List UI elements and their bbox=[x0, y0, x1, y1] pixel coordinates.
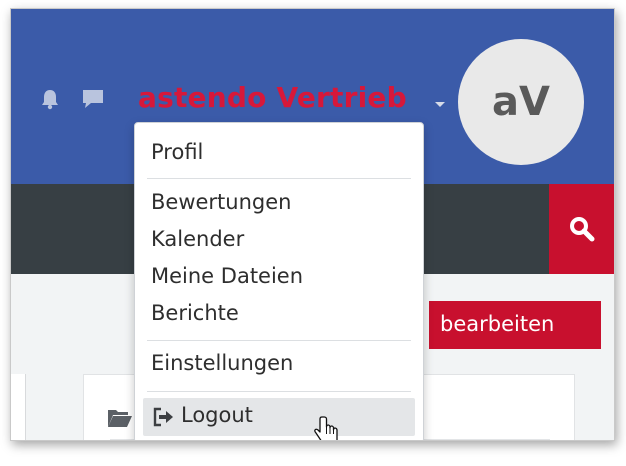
menu-item-bewertungen[interactable]: Bewertungen bbox=[151, 190, 291, 214]
search-button[interactable] bbox=[549, 184, 614, 274]
menu-divider bbox=[147, 340, 411, 341]
folder-open-icon bbox=[107, 407, 133, 433]
chat-icon[interactable] bbox=[81, 88, 105, 114]
edit-button-label: bearbeiten bbox=[440, 312, 555, 336]
logout-label: Logout bbox=[181, 403, 253, 427]
chevron-down-icon[interactable] bbox=[435, 102, 445, 107]
user-dropdown-menu: Profil Bewertungen Kalender Meine Dateie… bbox=[134, 122, 424, 440]
hand-cursor-icon bbox=[314, 415, 340, 440]
menu-item-kalender[interactable]: Kalender bbox=[151, 227, 244, 251]
edit-button[interactable]: bearbeiten bbox=[429, 301, 601, 349]
menu-item-berichte[interactable]: Berichte bbox=[151, 301, 239, 325]
menu-divider bbox=[147, 391, 411, 392]
side-panel bbox=[11, 374, 26, 440]
bell-icon[interactable] bbox=[41, 88, 59, 114]
menu-item-meine-dateien[interactable]: Meine Dateien bbox=[151, 264, 303, 288]
search-icon bbox=[569, 217, 594, 242]
user-menu-toggle[interactable]: astendo Vertrieb bbox=[138, 81, 407, 114]
sign-out-icon bbox=[153, 407, 175, 431]
app-window: astendo Vertrieb aV bearbeiten Profil Be… bbox=[10, 8, 615, 441]
menu-item-einstellungen[interactable]: Einstellungen bbox=[151, 351, 293, 375]
menu-divider bbox=[147, 178, 411, 179]
menu-item-profil[interactable]: Profil bbox=[151, 140, 203, 164]
menu-item-logout[interactable]: Logout bbox=[143, 398, 415, 436]
avatar[interactable]: aV bbox=[458, 39, 584, 165]
